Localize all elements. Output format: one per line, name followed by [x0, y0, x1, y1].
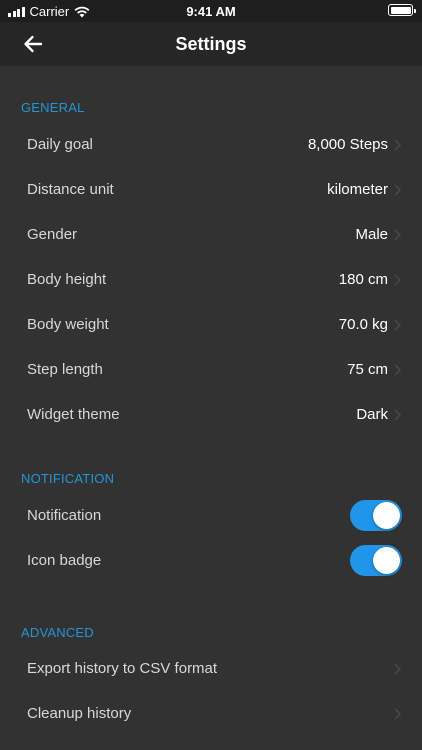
battery-icon — [388, 4, 416, 16]
daily-goal-row[interactable]: Daily goal 8,000 Steps — [0, 123, 422, 168]
distance-unit-value: kilometer — [327, 181, 388, 198]
section-header-notification: NOTIFICATION — [21, 471, 115, 486]
navigation-bar: Settings — [0, 22, 422, 66]
widget-theme-row[interactable]: Widget theme Dark — [0, 393, 422, 438]
body-weight-label: Body weight — [27, 316, 109, 333]
distance-unit-label: Distance unit — [27, 181, 114, 198]
daily-goal-label: Daily goal — [27, 136, 93, 153]
step-length-value: 75 cm — [347, 361, 388, 378]
cleanup-history-row[interactable]: Cleanup history — [0, 692, 422, 737]
widget-theme-label: Widget theme — [27, 406, 120, 423]
page-title: Settings — [175, 34, 247, 54]
chevron-right-icon — [394, 708, 401, 720]
icon-badge-toggle[interactable] — [350, 545, 402, 576]
body-height-label: Body height — [27, 271, 107, 288]
chevron-right-icon — [394, 139, 401, 151]
toggle-knob — [373, 502, 400, 529]
notification-label: Notification — [27, 507, 102, 524]
toggle-knob — [373, 547, 400, 574]
chevron-right-icon — [394, 229, 401, 241]
step-length-label: Step length — [27, 361, 103, 378]
chevron-right-icon — [394, 663, 401, 675]
step-length-row[interactable]: Step length 75 cm — [0, 348, 422, 393]
body-height-row[interactable]: Body height 180 cm — [0, 258, 422, 303]
notification-row: Notification — [0, 493, 422, 538]
icon-badge-label: Icon badge — [27, 552, 102, 569]
gender-value: Male — [355, 226, 388, 243]
section-header-advanced: ADVANCED — [21, 625, 94, 640]
chevron-right-icon — [394, 409, 401, 421]
status-time: 9:41 AM — [186, 4, 236, 19]
chevron-right-icon — [394, 274, 401, 286]
body-weight-value: 70.0 kg — [338, 316, 388, 333]
chevron-right-icon — [394, 319, 401, 331]
gender-label: Gender — [27, 226, 78, 243]
daily-goal-value: 8,000 Steps — [307, 136, 388, 153]
distance-unit-row[interactable]: Distance unit kilometer — [0, 168, 422, 213]
icon-badge-row: Icon badge — [0, 538, 422, 583]
chevron-right-icon — [394, 184, 401, 196]
cleanup-history-label: Cleanup history — [27, 705, 132, 722]
gender-row[interactable]: Gender Male — [0, 213, 422, 258]
section-header-general: GENERAL — [21, 100, 85, 115]
body-height-value: 180 cm — [338, 271, 388, 288]
export-csv-row[interactable]: Export history to CSV format — [0, 647, 422, 692]
widget-theme-value: Dark — [356, 406, 388, 423]
notification-toggle[interactable] — [350, 500, 402, 531]
status-bar: Carrier 9:41 AM — [0, 0, 422, 22]
chevron-right-icon — [394, 364, 401, 376]
export-csv-label: Export history to CSV format — [27, 660, 218, 677]
body-weight-row[interactable]: Body weight 70.0 kg — [0, 303, 422, 348]
